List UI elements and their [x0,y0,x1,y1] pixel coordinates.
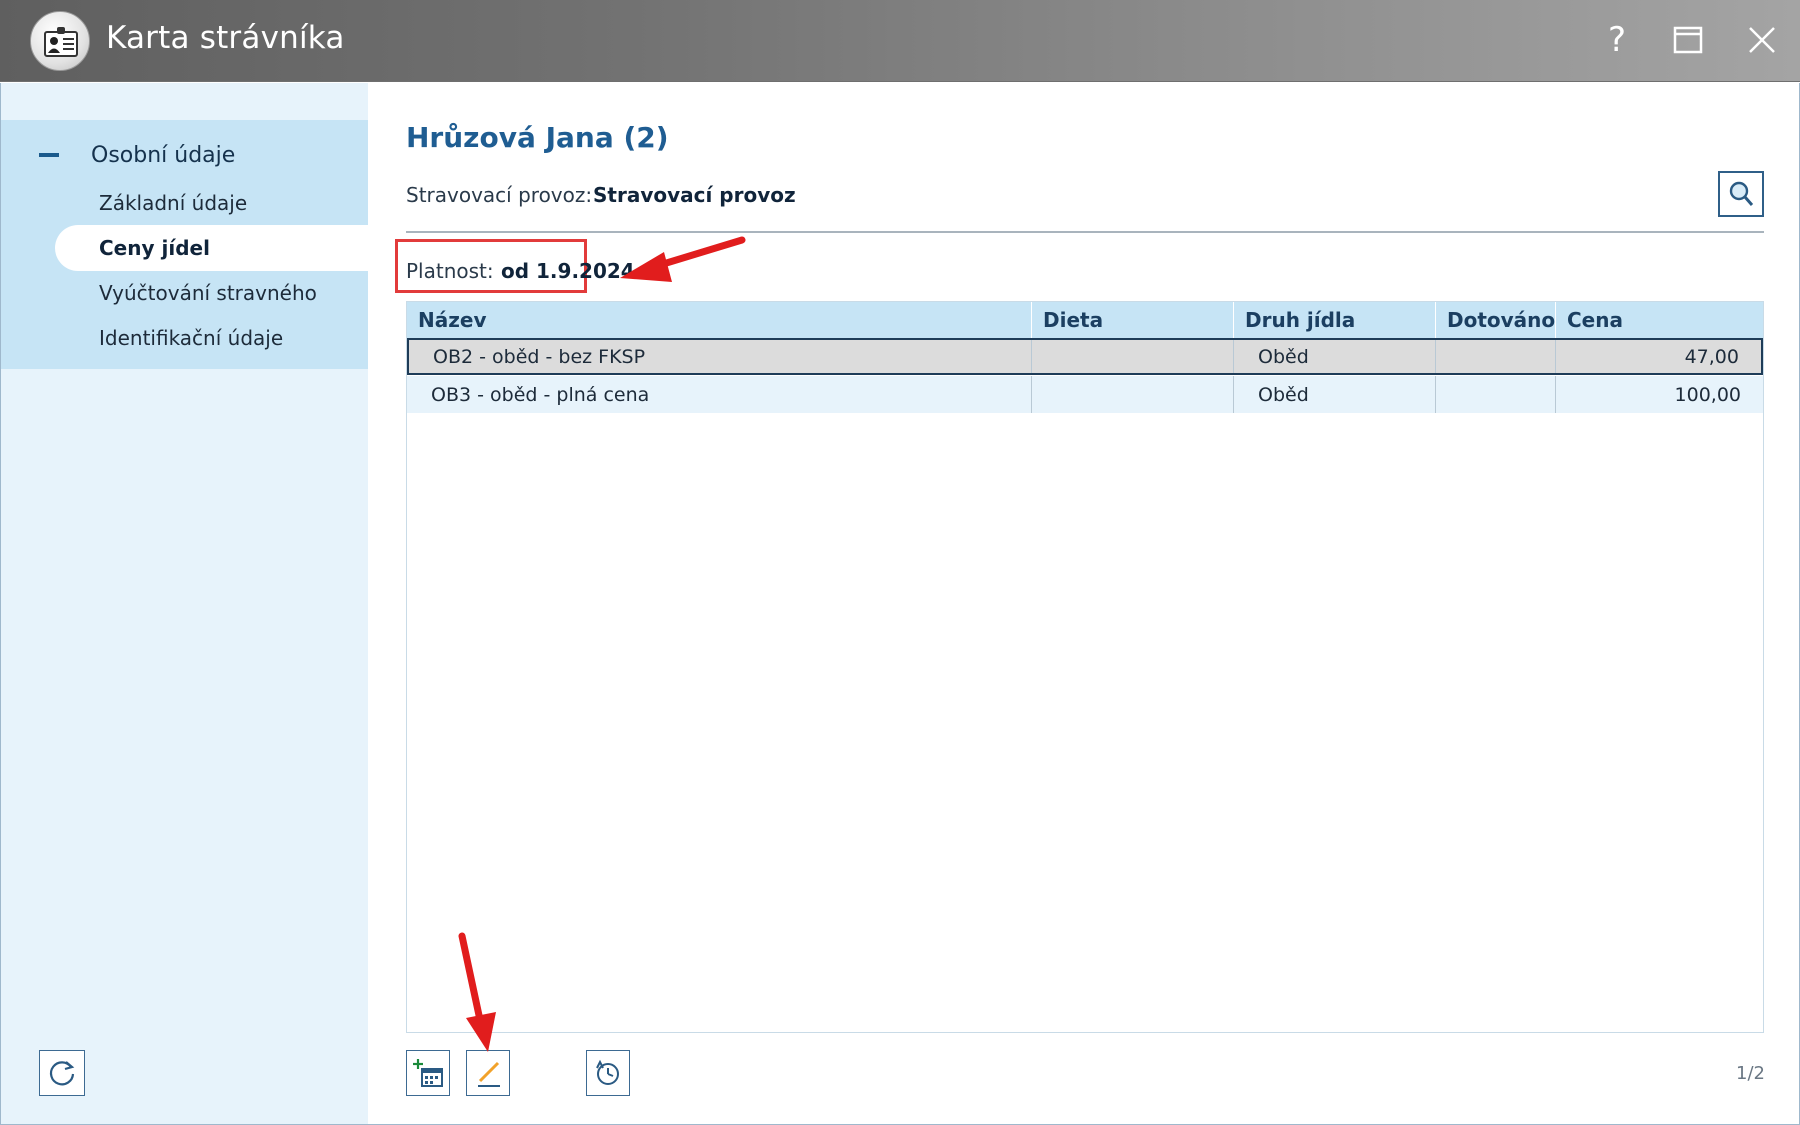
provoz-value: Stravovací provoz [593,183,796,207]
cell-nazev: OB2 - oběd - bez FKSP [433,345,646,368]
header-divider [406,231,1764,233]
add-calendar-icon [413,1059,443,1087]
title-bar: Karta strávníka ? [0,0,1800,82]
column-header-dieta[interactable]: Dieta [1031,302,1233,338]
cell-cena: 100,00 [1555,376,1763,413]
sidebar: Osobní údaje Základní údaje Ceny jídel V… [0,83,369,1125]
cell-dotovano [1435,340,1555,373]
sidebar-item-ceny-jidel[interactable]: Ceny jídel [55,225,369,271]
refresh-button[interactable] [39,1050,85,1096]
main-panel: Hrůzová Jana (2) Stravovací provoz: Stra… [368,83,1800,1125]
history-button[interactable] [586,1050,630,1096]
magnifier-icon [1729,181,1754,206]
platnost-value[interactable]: od 1.9.2024 [501,259,635,283]
refresh-icon [49,1061,75,1086]
cell-dieta [1031,340,1233,373]
cell-nazev: OB3 - oběd - plná cena [431,383,650,406]
sidebar-item-identifikacni-udaje[interactable]: Identifikační údaje [55,315,369,361]
page-indicator: 1/2 [1736,1063,1765,1084]
meal-prices-table: Název Dieta Druh jídla Dotováno Cena OB2… [406,301,1764,1033]
add-price-button[interactable] [406,1050,450,1096]
sidebar-item-label: Vyúčtování stravného [99,281,317,305]
help-icon: ? [1607,20,1627,60]
page-title: Hrůzová Jana (2) [406,121,669,154]
nav-group-header[interactable]: Osobní údaje [39,140,235,170]
sidebar-item-zakladni-udaje[interactable]: Základní údaje [55,180,369,226]
sidebar-item-label: Identifikační údaje [99,326,284,350]
sidebar-item-label: Ceny jídel [99,236,210,260]
cell-druh-jidla: Oběd [1233,340,1435,373]
help-button[interactable]: ? [1597,20,1637,60]
provoz-label: Stravovací provoz: [406,183,593,207]
cell-cena: 47,00 [1555,340,1761,373]
column-header-druh-jidla[interactable]: Druh jídla [1233,302,1435,338]
table-row[interactable]: OB2 - oběd - bez FKSP Oběd 47,00 [407,338,1763,375]
collapse-icon [39,153,59,157]
cell-dotovano [1435,376,1555,413]
maximize-icon [1673,26,1703,54]
history-icon [596,1059,619,1085]
nav-group-label: Osobní údaje [91,142,236,168]
cell-dieta [1031,376,1233,413]
platnost-label: Platnost: [406,259,494,283]
window-title: Karta strávníka [106,20,345,56]
maximize-button[interactable] [1668,20,1708,60]
nav-group-osobni-udaje: Osobní údaje Základní údaje Ceny jídel V… [1,120,369,369]
user-card-icon [30,11,90,71]
pencil-icon [478,1061,500,1087]
close-button[interactable] [1742,20,1782,60]
column-header-dotovano[interactable]: Dotováno [1435,302,1555,338]
close-icon [1749,27,1775,53]
column-header-cena[interactable]: Cena [1555,302,1763,338]
cell-druh-jidla: Oběd [1233,376,1435,413]
sidebar-item-label: Základní údaje [99,191,248,215]
table-row[interactable]: OB3 - oběd - plná cena Oběd 100,00 [407,376,1763,413]
table-header: Název Dieta Druh jídla Dotováno Cena [407,302,1763,338]
column-header-nazev[interactable]: Název [407,302,1031,338]
edit-price-button[interactable] [466,1050,510,1096]
search-button[interactable] [1718,171,1764,217]
sidebar-item-vyuctovani-stravneho[interactable]: Vyúčtování stravného [55,270,369,316]
